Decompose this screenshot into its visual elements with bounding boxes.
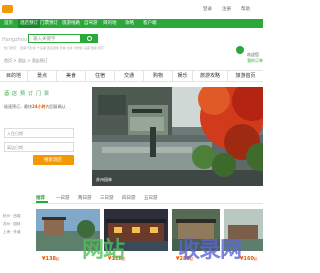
avatar[interactable] — [236, 46, 244, 54]
nav-item-hotel[interactable]: 酒店预订 — [18, 19, 40, 28]
category-tab[interactable]: 旅游首页 — [228, 71, 263, 81]
side-list-item[interactable]: 苏州 · 园林 — [3, 222, 20, 227]
login-link[interactable]: 登录 — [203, 6, 212, 12]
booking-title: 酒 店 预 订 门 票 — [4, 91, 50, 97]
category-tab[interactable]: 景点 — [28, 71, 57, 81]
category-tab[interactable]: 美食 — [57, 71, 86, 81]
help-link[interactable]: 帮助 — [241, 6, 250, 12]
rec-tab-fourday[interactable]: 四日游 — [122, 195, 136, 201]
watermark-text: 收录网 — [178, 238, 242, 263]
hero-photo[interactable] — [92, 87, 263, 186]
checkin-placeholder: 入住日期 — [7, 131, 23, 136]
nav-item-destination[interactable]: 目的地 — [103, 19, 117, 28]
card-price: ¥138起 — [42, 256, 60, 262]
nav-item-routes[interactable]: 旅游线路 — [62, 19, 80, 28]
search-icon — [87, 35, 92, 41]
nav-item-home[interactable]: 首页 — [4, 19, 13, 28]
rec-tab-oneday[interactable]: 一日游 — [56, 195, 70, 201]
rec-tab-threeday[interactable]: 三日游 — [100, 195, 114, 201]
nav-item-guide[interactable]: 攻略 — [125, 19, 134, 28]
main-nav: 首页 酒店预订 门票预订 旅游线路 自驾游 目的地 攻略 客户端 — [0, 19, 263, 28]
nav-item-tickets[interactable]: 门票预订 — [40, 19, 58, 28]
hero-caption: 苏州园林 — [96, 177, 112, 182]
site-logo[interactable] — [2, 5, 13, 13]
brand-name: Hangzhou — [2, 37, 28, 43]
category-tab[interactable]: 住宿 — [86, 71, 115, 81]
side-list-item[interactable]: 杭州 · 西湖 — [3, 214, 20, 219]
category-tab[interactable]: 购物 — [144, 71, 173, 81]
card-price: ¥160起 — [240, 256, 258, 262]
nav-item-app[interactable]: 客户端 — [143, 19, 157, 28]
checkout-placeholder: 离店日期 — [7, 145, 23, 150]
category-tab[interactable]: 娱乐 — [173, 71, 193, 81]
booking-description: 极速预订，最快24小时内回复确认 — [4, 104, 66, 109]
rec-tab-fiveday[interactable]: 五日游 — [144, 195, 158, 201]
rec-tab-twoday[interactable]: 两日游 — [78, 195, 92, 201]
search-placeholder: 输入关键字 — [33, 37, 56, 42]
category-tab[interactable]: 目的地 — [0, 71, 28, 81]
rec-tab-active-indicator — [36, 201, 48, 203]
register-link[interactable]: 注册 — [222, 6, 231, 12]
category-tab[interactable]: 旅游攻略 — [193, 71, 228, 81]
hot-searches: 热门搜索： 西湖 灵隐寺 千岛湖 西溪湿地 宋城 龙井 河坊街 乌镇 西塘 南浔 — [4, 46, 104, 50]
nav-item-selfdrive[interactable]: 自驾游 — [84, 19, 98, 28]
category-tab[interactable]: 交通 — [115, 71, 144, 81]
breadcrumb: 首页 > 酒店 > 酒店预订 — [4, 58, 48, 63]
side-list-item[interactable]: 上海 · 外滩 — [3, 230, 20, 235]
search-hotel-button-label: 搜索酒店 — [44, 158, 62, 163]
my-orders-link[interactable]: 我的订单 — [247, 58, 263, 64]
rec-tabs-divider — [32, 203, 263, 204]
watermark-text: 网站 — [82, 238, 125, 263]
